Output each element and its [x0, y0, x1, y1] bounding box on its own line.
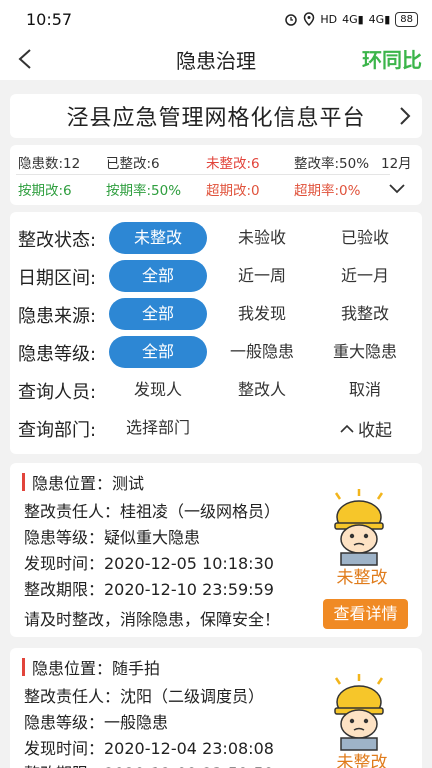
hazard-level: 隐患等级：疑似重大隐患 — [24, 528, 201, 547]
stat-overdue: 超期改:0 — [206, 183, 260, 199]
option-rectified-by-me[interactable]: 我整改 — [316, 298, 414, 330]
alarm-icon — [285, 14, 298, 26]
stat-rectified: 已整改:6 — [106, 156, 160, 172]
option-general-hazard[interactable]: 一般隐患 — [213, 336, 311, 368]
option-found-by-me[interactable]: 我发现 — [213, 298, 311, 330]
option-unrectified[interactable]: 未整改 — [109, 222, 207, 254]
worker-mascot-icon — [334, 674, 384, 751]
stat-unrectified: 未整改:6 — [206, 156, 260, 172]
hazard-card[interactable]: 隐患位置：测试 整改责任人：桂祖凌（一级网格员） 隐患等级：疑似重大隐患 发现时… — [10, 463, 422, 637]
chevron-right-icon — [400, 107, 411, 125]
signal-icon-2: 4G▮ — [368, 12, 391, 26]
option-level-all[interactable]: 全部 — [109, 336, 207, 368]
stat-overdue-rate: 超期率:0% — [294, 183, 361, 199]
clock: 10:57 — [26, 9, 73, 29]
platform-selector[interactable]: 泾县应急管理网格化信息平台 — [10, 94, 422, 138]
stats-divider — [16, 174, 390, 175]
stat-total: 隐患数:12 — [18, 156, 81, 172]
status-bar: 10:57 HD 4G▮ 4G▮ 88 — [0, 0, 432, 38]
filter-label-dept: 查询部门: — [18, 420, 97, 441]
filter-panel: 整改状态: 未整改 未验收 已验收 日期区间: 全部 近一周 近一月 隐患来源:… — [10, 212, 422, 454]
view-details-button[interactable]: 查看详情 — [323, 599, 408, 629]
hazard-status: 未整改 — [336, 568, 388, 588]
filter-row-date: 日期区间: 全部 近一周 近一月 — [10, 258, 422, 294]
filter-row-person: 查询人员: 发现人 整改人 取消 — [10, 372, 422, 408]
filter-label-person: 查询人员: — [18, 382, 97, 403]
hazard-deadline: 整改期限：2020-12-10 23:59:59 — [24, 580, 274, 599]
hazard-status: 未整改 — [336, 753, 388, 768]
status-icons: HD 4G▮ 4G▮ 88 — [284, 11, 418, 27]
collapse-button[interactable]: 收起 — [340, 416, 392, 441]
filter-row-level: 隐患等级: 全部 一般隐患 重大隐患 — [10, 334, 422, 370]
option-rectifier[interactable]: 整改人 — [213, 374, 311, 406]
year-on-year-button[interactable]: 环同比 — [362, 44, 422, 73]
hazard-found-time: 发现时间：2020-12-04 23:08:08 — [24, 739, 274, 758]
option-major-hazard[interactable]: 重大隐患 — [316, 336, 414, 368]
signal-2-label: 4G — [368, 12, 385, 26]
hazard-found-time: 发现时间：2020-12-05 10:18:30 — [24, 554, 274, 573]
platform-name: 泾县应急管理网格化信息平台 — [66, 106, 366, 131]
filter-label-level: 隐患等级: — [18, 344, 97, 365]
battery-icon: 88 — [395, 11, 418, 27]
option-unaccepted[interactable]: 未验收 — [213, 222, 311, 254]
select-department-button[interactable]: 选择部门 — [109, 412, 207, 444]
chevron-up-icon — [340, 424, 354, 433]
filter-row-dept: 查询部门: 选择部门 收起 — [10, 410, 422, 446]
option-last-month[interactable]: 近一月 — [316, 260, 414, 292]
option-last-week[interactable]: 近一周 — [213, 260, 311, 292]
option-date-all[interactable]: 全部 — [109, 260, 207, 292]
location-icon — [304, 12, 315, 26]
hazard-notice: 请及时整改，消除隐患，保障安全！ — [24, 610, 281, 629]
option-discoverer[interactable]: 发现人 — [109, 374, 207, 406]
chevron-down-icon[interactable] — [388, 183, 406, 195]
filter-label-date: 日期区间: — [18, 268, 97, 289]
option-accepted[interactable]: 已验收 — [316, 222, 414, 254]
hazard-level: 隐患等级：一般隐患 — [24, 713, 169, 732]
hazard-card[interactable]: 隐患位置：随手拍 整改责任人：沈阳（二级调度员） 隐患等级：一般隐患 发现时间：… — [10, 648, 422, 768]
stats-panel: 隐患数:12 已整改:6 未整改:6 整改率:50% 12月 按期改:6 按期率… — [10, 145, 422, 205]
signal-icon: 4G▮ — [342, 12, 364, 26]
month-selector[interactable]: 12月 — [381, 152, 412, 172]
hd-indicator: HD — [320, 12, 338, 26]
option-source-all[interactable]: 全部 — [109, 298, 207, 330]
stat-rectify-rate: 整改率:50% — [294, 156, 370, 172]
worker-mascot-icon — [334, 489, 384, 566]
card-accent-bar — [22, 473, 25, 491]
stat-on-time-rate: 按期率:50% — [106, 183, 182, 199]
card-accent-bar — [22, 658, 25, 676]
collapse-label: 收起 — [358, 421, 392, 441]
hazard-deadline: 整改期限：2020-12-09 23:59:59 — [24, 760, 274, 768]
hazard-location: 隐患位置：测试 — [32, 474, 145, 493]
signal-1-label: 4G — [342, 12, 358, 26]
filter-label-status: 整改状态: — [18, 230, 97, 251]
filter-row-source: 隐患来源: 全部 我发现 我整改 — [10, 296, 422, 332]
option-cancel[interactable]: 取消 — [316, 374, 414, 406]
stat-on-time: 按期改:6 — [18, 183, 72, 199]
filter-row-status: 整改状态: 未整改 未验收 已验收 — [10, 220, 422, 256]
hazard-owner: 整改责任人：桂祖凌（一级网格员） — [24, 502, 281, 521]
nav-bar: 隐患治理 环同比 — [0, 38, 432, 80]
hazard-owner: 整改责任人：沈阳（二级调度员） — [24, 687, 265, 706]
hazard-location: 隐患位置：随手拍 — [32, 659, 161, 678]
filter-label-source: 隐患来源: — [18, 306, 97, 327]
